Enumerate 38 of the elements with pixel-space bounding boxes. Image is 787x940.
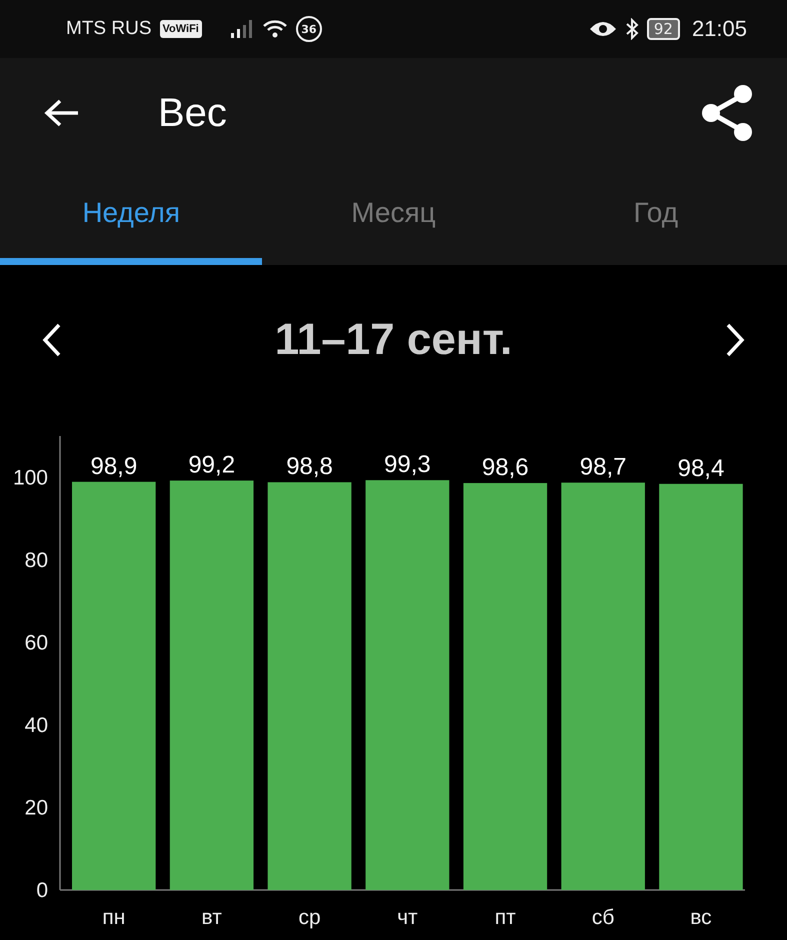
y-tick-label: 0 bbox=[36, 879, 48, 902]
x-tick-label: вт bbox=[202, 906, 222, 929]
y-tick-label: 20 bbox=[24, 796, 48, 820]
y-tick-label: 80 bbox=[24, 548, 48, 572]
data-badge: 36 bbox=[296, 16, 322, 42]
bar-value-label: 98,6 bbox=[482, 454, 529, 482]
signal-icon bbox=[230, 19, 254, 39]
bar-value-label: 98,7 bbox=[580, 454, 626, 481]
x-tick-label: сб bbox=[592, 906, 614, 929]
y-tick-label: 100 bbox=[12, 466, 48, 490]
bluetooth-icon bbox=[624, 18, 639, 40]
period-tab[interactable]: Год bbox=[524, 168, 787, 265]
date-range: 11–17 сент. bbox=[274, 315, 512, 365]
x-tick-label: пт bbox=[494, 906, 516, 929]
bar-value-label: 98,4 bbox=[678, 454, 724, 482]
page-title: Вес bbox=[158, 90, 227, 136]
period-tab[interactable]: Неделя bbox=[0, 168, 262, 265]
bar-value-label: 98,9 bbox=[90, 452, 138, 480]
next-chevron-icon[interactable] bbox=[724, 323, 745, 357]
share-icon[interactable] bbox=[699, 83, 755, 143]
vowifi-badge: VoWiFi bbox=[160, 20, 202, 38]
y-tick-label: 40 bbox=[24, 714, 48, 737]
bar-value-label: 99,2 bbox=[188, 452, 236, 479]
period-tab[interactable]: Месяц bbox=[262, 168, 525, 265]
x-tick-label: вс bbox=[690, 906, 712, 929]
x-tick-label: пн bbox=[102, 906, 126, 929]
previous-chevron-icon[interactable] bbox=[42, 323, 62, 357]
eye-icon bbox=[588, 20, 617, 38]
carrier-name: MTS RUS bbox=[66, 18, 152, 40]
y-tick-label: 60 bbox=[24, 631, 48, 654]
x-tick-label: ср bbox=[298, 906, 321, 929]
x-tick-label: чт bbox=[397, 906, 418, 929]
bar-value-label: 99,3 bbox=[384, 451, 431, 478]
clock-time: 21:05 bbox=[692, 16, 747, 42]
back-arrow-icon[interactable] bbox=[44, 98, 80, 128]
bar-value-label: 98,8 bbox=[286, 453, 333, 480]
battery-indicator: 92 bbox=[646, 18, 680, 40]
wifi-icon bbox=[262, 19, 288, 39]
